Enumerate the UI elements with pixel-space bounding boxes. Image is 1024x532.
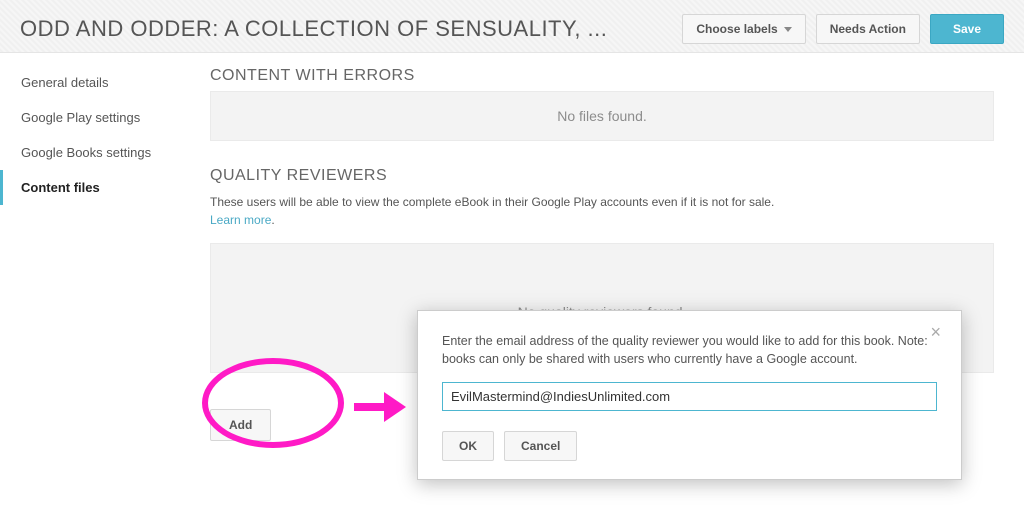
close-icon[interactable]: ×	[924, 321, 947, 344]
modal-buttons: OK Cancel	[442, 431, 937, 461]
sidebar-item-google-play-settings[interactable]: Google Play settings	[0, 100, 195, 135]
needs-action-button[interactable]: Needs Action	[816, 14, 920, 44]
errors-empty-panel: No files found.	[210, 91, 994, 141]
add-button[interactable]: Add	[210, 409, 271, 441]
header-bar: ODD AND ODDER: A COLLECTION OF SENSUALIT…	[0, 0, 1024, 53]
sidebar: General details Google Play settings Goo…	[0, 53, 195, 205]
choose-labels-label: Choose labels	[696, 22, 777, 36]
cancel-button[interactable]: Cancel	[504, 431, 577, 461]
choose-labels-button[interactable]: Choose labels	[682, 14, 805, 44]
sidebar-item-content-files[interactable]: Content files	[0, 170, 195, 205]
reviewer-email-input[interactable]	[442, 382, 937, 411]
ok-button[interactable]: OK	[442, 431, 494, 461]
save-button[interactable]: Save	[930, 14, 1004, 44]
header-buttons: Choose labels Needs Action Save	[682, 14, 1004, 44]
learn-more-link[interactable]: Learn more	[210, 213, 271, 227]
chevron-down-icon	[784, 27, 792, 32]
sidebar-item-google-books-settings[interactable]: Google Books settings	[0, 135, 195, 170]
page-title: ODD AND ODDER: A COLLECTION OF SENSUALIT…	[20, 16, 607, 42]
errors-section-header: CONTENT WITH ERRORS	[210, 67, 994, 85]
reviewers-help-text: These users will be able to view the com…	[210, 193, 790, 229]
needs-action-label: Needs Action	[830, 22, 906, 36]
modal-instruction-text: Enter the email address of the quality r…	[442, 333, 937, 368]
add-reviewer-modal: × Enter the email address of the quality…	[417, 310, 962, 480]
sidebar-item-general-details[interactable]: General details	[0, 65, 195, 100]
reviewers-section-header: QUALITY REVIEWERS	[210, 167, 994, 185]
save-label: Save	[953, 22, 981, 36]
reviewers-help-prefix: These users will be able to view the com…	[210, 195, 774, 209]
errors-empty-text: No files found.	[557, 108, 647, 124]
